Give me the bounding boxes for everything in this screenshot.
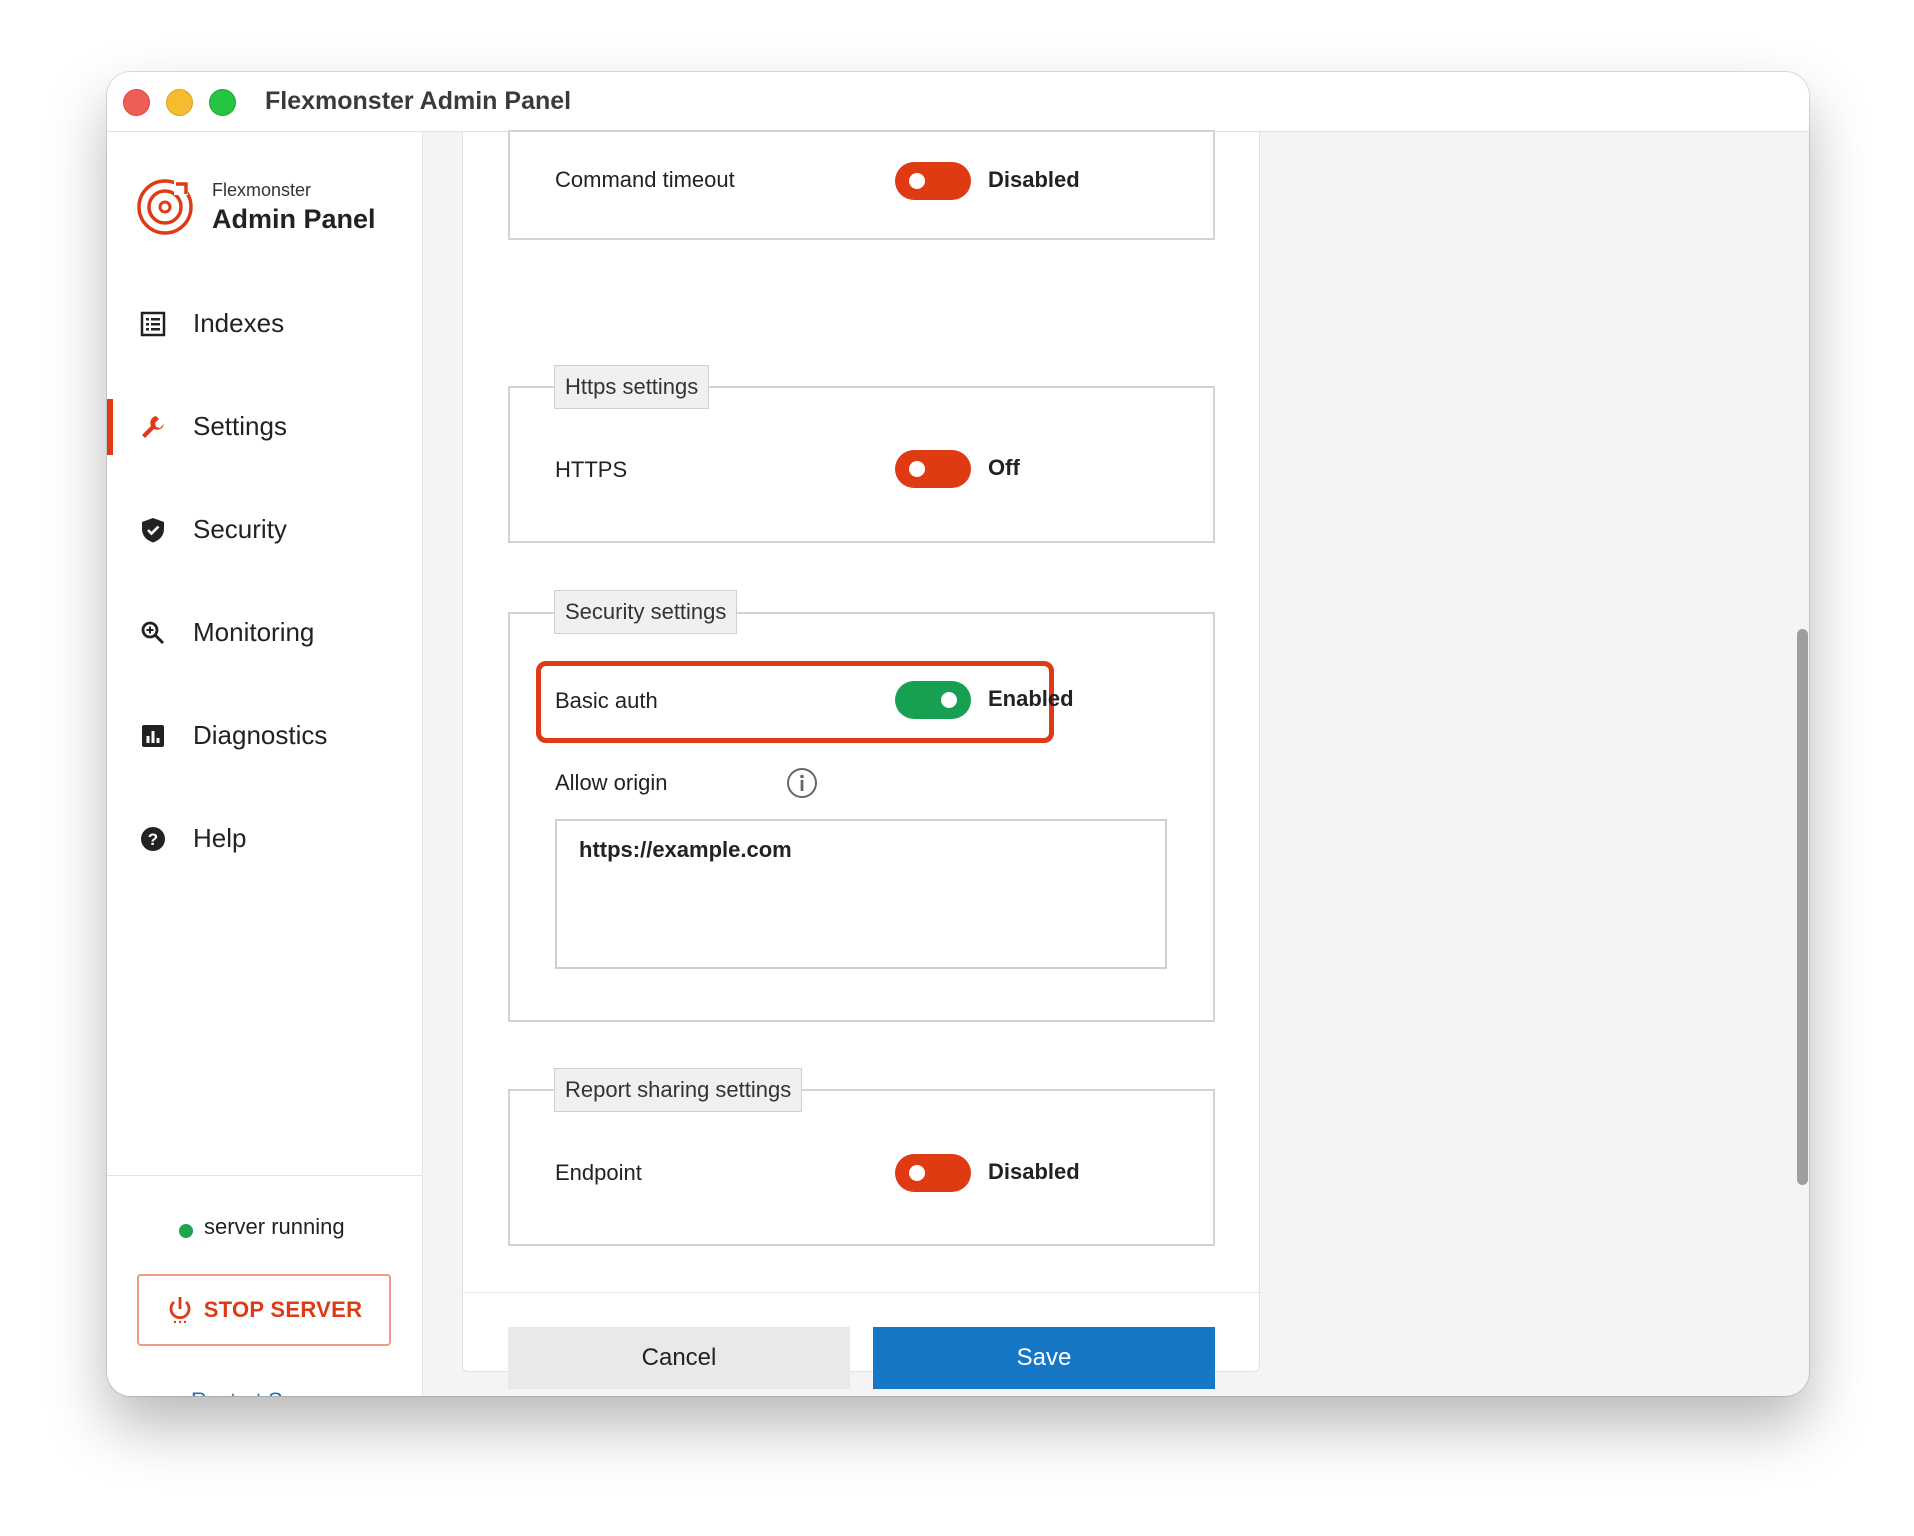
- app-window: Flexmonster Admin Panel Flexmonster Admi…: [107, 72, 1809, 1396]
- sidebar-item-label: Indexes: [193, 308, 285, 338]
- settings-panel: Command timeout Disabled Https settings …: [462, 130, 1261, 1389]
- stop-server-button[interactable]: STOP SERVER: [137, 1274, 391, 1346]
- server-status-dot: [179, 1224, 193, 1238]
- https-state: Off: [988, 455, 1020, 480]
- https-settings-legend: Https settings: [554, 365, 710, 409]
- logo-title: Admin Panel: [212, 204, 376, 234]
- command-timeout-state: Disabled: [988, 167, 1080, 192]
- endpoint-toggle[interactable]: [895, 1154, 971, 1192]
- basic-auth-toggle[interactable]: [895, 681, 971, 719]
- sidebar-item-label: Security: [193, 514, 287, 544]
- title-bar: Flexmonster Admin Panel: [107, 72, 1809, 132]
- command-timeout-label: Command timeout: [555, 167, 735, 192]
- wrench-icon: [142, 416, 164, 438]
- chart-icon: [142, 725, 164, 747]
- cancel-button[interactable]: Cancel: [508, 1327, 850, 1389]
- sidebar-item-diagnostics[interactable]: Diagnostics: [107, 706, 423, 766]
- sidebar-item-settings[interactable]: Settings: [107, 397, 423, 457]
- zoom-window-button[interactable]: [209, 89, 236, 116]
- security-settings-legend: Security settings: [554, 590, 738, 634]
- shield-icon: [142, 518, 164, 543]
- endpoint-state: Disabled: [988, 1159, 1080, 1184]
- search-icon: [141, 621, 165, 645]
- flexmonster-logo-icon: [137, 179, 193, 235]
- restart-server-link[interactable]: Restart Server: [191, 1388, 333, 1396]
- basic-auth-state: Enabled: [988, 686, 1074, 711]
- minimize-window-button[interactable]: [166, 89, 193, 116]
- sidebar-item-security[interactable]: Security: [107, 500, 423, 560]
- save-button[interactable]: Save: [873, 1327, 1215, 1389]
- window-title: Flexmonster Admin Panel: [265, 87, 572, 115]
- info-icon[interactable]: [786, 767, 818, 799]
- basic-auth-label: Basic auth: [555, 688, 658, 713]
- https-label: HTTPS: [555, 457, 628, 482]
- power-icon: [169, 1297, 191, 1324]
- server-status-text: server running: [204, 1214, 345, 1239]
- sidebar-divider: [107, 1175, 423, 1176]
- allow-origin-textarea[interactable]: https://example.com: [555, 819, 1167, 969]
- sidebar-item-label: Help: [193, 823, 247, 853]
- sidebar-item-monitoring[interactable]: Monitoring: [107, 603, 423, 663]
- endpoint-label: Endpoint: [555, 1160, 642, 1185]
- allow-origin-label: Allow origin: [555, 770, 668, 795]
- sidebar-item-indexes[interactable]: Indexes: [107, 294, 423, 354]
- sidebar-item-label: Diagnostics: [193, 720, 328, 750]
- sidebar-item-label: Monitoring: [193, 617, 315, 647]
- close-window-button[interactable]: [123, 89, 150, 116]
- command-timeout-toggle[interactable]: [895, 162, 971, 200]
- help-icon: ?: [141, 827, 165, 851]
- list-icon: [140, 311, 166, 337]
- sidebar: Flexmonster Admin Panel Indexes Settings…: [107, 132, 423, 1396]
- report-sharing-legend: Report sharing settings: [554, 1068, 803, 1112]
- footer-divider: [463, 1292, 1261, 1293]
- stop-server-label: STOP SERVER: [203, 1297, 363, 1322]
- https-toggle[interactable]: [895, 450, 971, 488]
- sidebar-item-help[interactable]: ? Help: [107, 809, 423, 869]
- sidebar-item-label: Settings: [193, 411, 287, 441]
- scrollbar-thumb[interactable]: [1797, 629, 1808, 1185]
- logo-subtitle: Flexmonster: [212, 180, 312, 200]
- svg-text:?: ?: [148, 830, 158, 849]
